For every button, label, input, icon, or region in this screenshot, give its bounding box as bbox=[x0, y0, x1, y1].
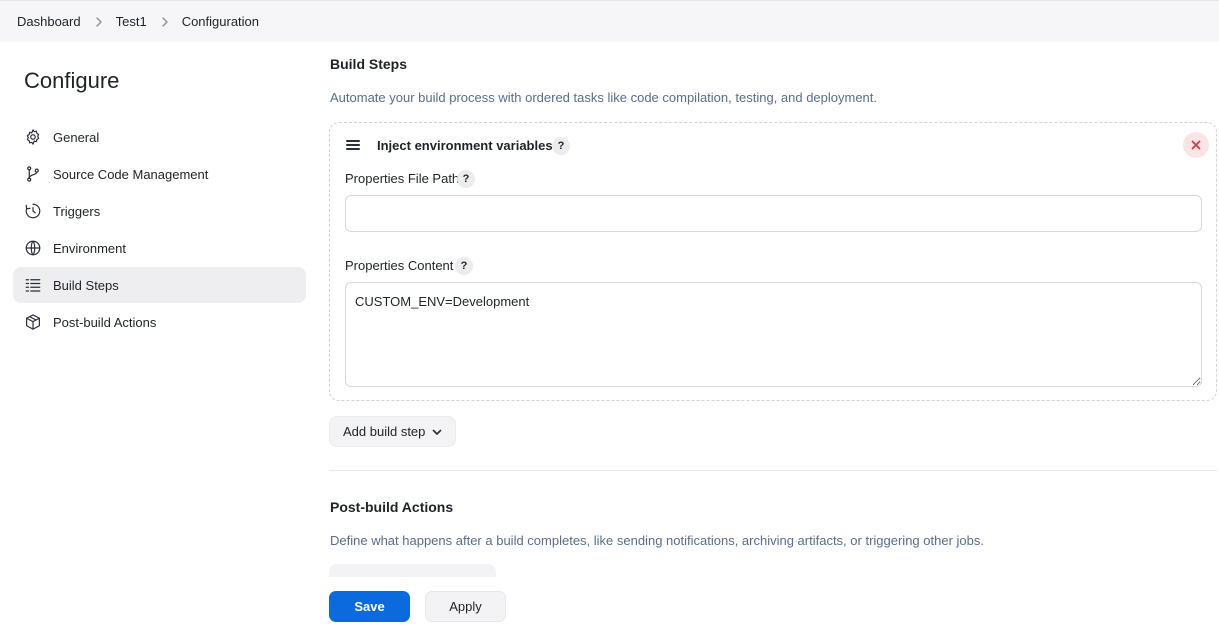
help-icon[interactable]: ? bbox=[552, 137, 570, 155]
sidebar-item-label: Source Code Management bbox=[53, 166, 209, 182]
build-step-card: Inject environment variables ? Propertie… bbox=[329, 122, 1217, 401]
add-build-step-label: Add build step bbox=[343, 424, 426, 439]
sidebar-item-label: Build Steps bbox=[53, 277, 119, 293]
sidebar-item-triggers[interactable]: Triggers bbox=[13, 193, 306, 229]
clock-icon bbox=[24, 202, 42, 220]
sidebar-item-source-code-management[interactable]: Source Code Management bbox=[13, 156, 306, 192]
chevron-right-icon bbox=[160, 16, 170, 27]
chevron-right-icon bbox=[94, 16, 104, 27]
chevron-down-icon bbox=[433, 429, 442, 435]
drag-handle-icon[interactable] bbox=[346, 140, 360, 150]
help-icon[interactable]: ? bbox=[457, 170, 475, 188]
breadcrumb-dashboard[interactable]: Dashboard bbox=[17, 14, 81, 29]
breadcrumb-configuration[interactable]: Configuration bbox=[182, 14, 259, 29]
sidebar-item-build-steps[interactable]: Build Steps bbox=[13, 267, 306, 303]
sidebar-item-post-build-actions[interactable]: Post-build Actions bbox=[13, 304, 306, 340]
build-steps-heading: Build Steps bbox=[330, 56, 408, 72]
page-title: Configure bbox=[24, 68, 120, 93]
save-button[interactable]: Save bbox=[329, 591, 410, 622]
section-divider bbox=[329, 470, 1217, 471]
properties-file-path-label: Properties File Path bbox=[345, 171, 460, 186]
breadcrumb: Dashboard Test1 Configuration bbox=[0, 0, 1219, 42]
properties-content-label: Properties Content bbox=[345, 258, 454, 273]
properties-file-path-input[interactable] bbox=[345, 195, 1202, 232]
close-icon bbox=[1191, 140, 1201, 150]
globe-icon bbox=[24, 239, 42, 257]
breadcrumb-test1[interactable]: Test1 bbox=[116, 14, 147, 29]
gear-icon bbox=[24, 128, 42, 146]
sidebar-item-label: Triggers bbox=[53, 203, 101, 219]
main-content: Build Steps Automate your build process … bbox=[329, 42, 1217, 577]
package-icon bbox=[24, 313, 42, 331]
properties-content-textarea[interactable] bbox=[345, 282, 1202, 387]
sidebar-item-environment[interactable]: Environment bbox=[13, 230, 306, 266]
bottom-action-bar: Save Apply bbox=[320, 577, 1219, 625]
list-icon bbox=[24, 276, 42, 294]
add-post-build-action-button[interactable] bbox=[329, 564, 496, 577]
sidebar-item-label: General bbox=[53, 129, 100, 145]
sidebar: Configure General Source Code Management… bbox=[0, 42, 320, 625]
build-steps-description: Automate your build process with ordered… bbox=[330, 90, 878, 105]
post-build-heading: Post-build Actions bbox=[330, 499, 454, 515]
apply-button[interactable]: Apply bbox=[425, 591, 506, 622]
sidebar-item-label: Environment bbox=[53, 240, 126, 256]
post-build-description: Define what happens after a build comple… bbox=[330, 533, 984, 548]
add-build-step-button[interactable]: Add build step bbox=[329, 416, 457, 447]
sidebar-nav: General Source Code Management Triggers … bbox=[13, 119, 306, 341]
sidebar-item-general[interactable]: General bbox=[13, 119, 306, 155]
sidebar-item-label: Post-build Actions bbox=[53, 314, 157, 330]
build-step-title: Inject environment variables bbox=[377, 138, 553, 153]
help-icon[interactable]: ? bbox=[455, 257, 473, 275]
remove-step-button[interactable] bbox=[1183, 132, 1209, 158]
branch-icon bbox=[24, 165, 42, 183]
